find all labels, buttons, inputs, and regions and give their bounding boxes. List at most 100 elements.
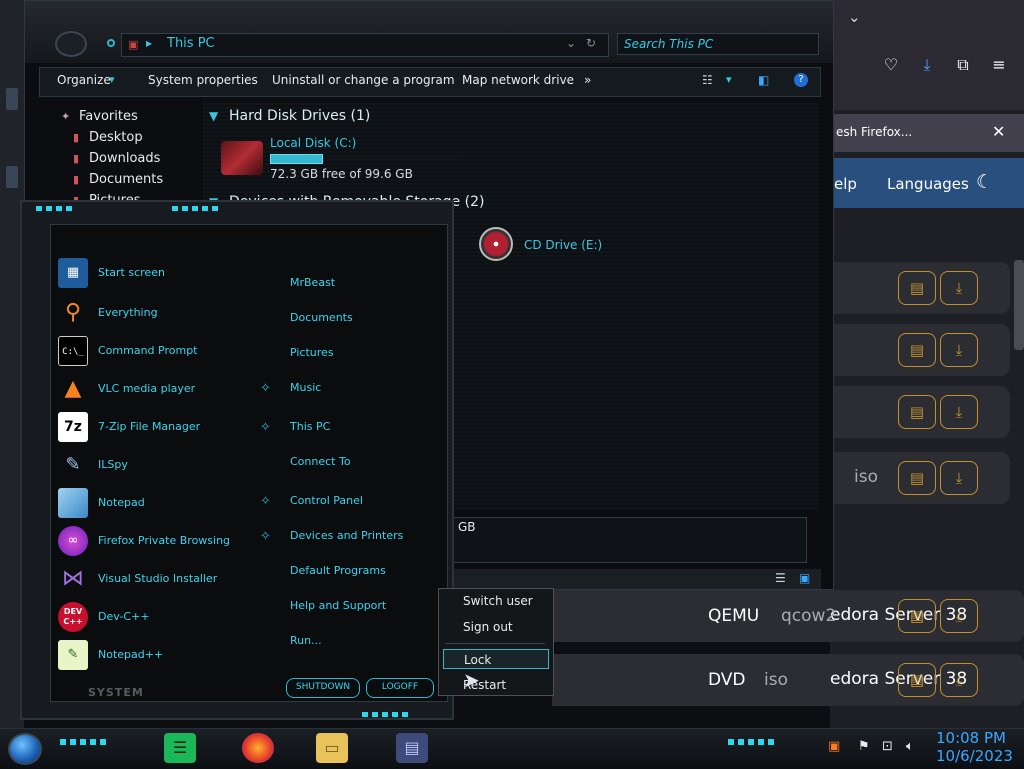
start-link-devices-printers[interactable]: Devices and Printers — [290, 529, 403, 542]
start-item-vlc[interactable]: ▲ VLC media player — [58, 374, 278, 404]
back-forward-orb-icon[interactable] — [55, 31, 87, 57]
led-decoration — [728, 739, 778, 745]
cd-drive-icon[interactable] — [479, 227, 513, 261]
nav-downloads[interactable]: Downloads — [89, 151, 160, 166]
start-item-7zip[interactable]: 7z 7-Zip File Manager — [58, 412, 278, 442]
start-link-this-pc[interactable]: This PC — [290, 420, 330, 433]
led-decoration — [36, 206, 76, 211]
start-item-command-prompt[interactable]: C:\_ Command Prompt — [58, 336, 278, 366]
start-item-notepad[interactable]: Notepad — [58, 488, 278, 518]
copy-checksum-button[interactable]: ▤ — [898, 333, 936, 367]
clock-time[interactable]: 10:08 PM — [936, 729, 1006, 747]
power-menu-switch-user[interactable]: Switch user — [443, 591, 549, 611]
tiles-view-icon[interactable]: ▣ — [799, 571, 810, 585]
details-view-icon[interactable]: ☰ — [775, 571, 786, 585]
nav-documents[interactable]: Documents — [89, 172, 163, 187]
start-link-control-panel[interactable]: Control Panel — [290, 494, 363, 507]
start-link-default-programs[interactable]: Default Programs — [290, 564, 386, 577]
network-icon[interactable]: ⊡ — [882, 739, 893, 754]
tray-app-icon[interactable]: ▣ — [828, 739, 840, 754]
download-button[interactable]: ⤓ — [940, 461, 978, 495]
command-bar: Organize ▾ System properties Uninstall o… — [39, 67, 821, 97]
cd-drive-name[interactable]: CD Drive (E:) — [524, 238, 602, 252]
search-input[interactable]: Search This PC — [617, 33, 819, 55]
shutdown-button[interactable]: SHUTDOWN — [286, 678, 360, 698]
start-item-firefox-private[interactable]: ∞ Firefox Private Browsing — [58, 526, 278, 556]
system-properties-button[interactable]: System properties — [148, 73, 258, 87]
nav-favorites[interactable]: Favorites — [79, 109, 138, 124]
moon-icon[interactable]: ☾ — [976, 171, 993, 193]
led-decoration — [60, 739, 110, 745]
start-item-start-screen[interactable]: ▦ Start screen — [58, 258, 278, 288]
start-item-visual-studio-installer[interactable]: ⋈ Visual Studio Installer — [58, 564, 278, 594]
chevron-down-icon[interactable]: ▼ — [209, 109, 218, 123]
start-item-label: VLC media player — [98, 382, 196, 395]
chevron-down-icon[interactable]: ▾ — [726, 73, 732, 86]
flag-icon[interactable]: ⚑ — [858, 739, 870, 754]
chevron-down-icon[interactable]: ⌄ — [566, 36, 576, 50]
scrollbar-thumb[interactable] — [1014, 260, 1024, 350]
chevron-down-icon[interactable]: ▾ — [109, 73, 115, 86]
start-item-devcpp[interactable]: DEV C++ Dev-C++ — [58, 602, 278, 632]
refresh-icon[interactable]: ↻ — [586, 36, 596, 50]
row-format: iso — [854, 467, 878, 487]
view-options-icon[interactable]: ☷ — [702, 73, 713, 87]
start-link-music[interactable]: Music — [290, 381, 321, 394]
download-button[interactable]: ⤓ — [940, 271, 978, 305]
download-button[interactable]: ⤓ — [940, 599, 978, 633]
firefox-icon[interactable] — [242, 733, 274, 763]
start-item-ilspy[interactable]: ✎ ILSpy — [58, 450, 278, 480]
menu-icon[interactable]: ≡ — [988, 54, 1010, 76]
start-link-pictures[interactable]: Pictures — [290, 346, 334, 359]
local-disk-name[interactable]: Local Disk (C:) — [270, 136, 356, 150]
download-icon[interactable]: ⤓ — [916, 54, 938, 76]
copy-checksum-button[interactable]: ▤ — [898, 271, 936, 305]
power-menu-sign-out[interactable]: Sign out — [443, 617, 549, 637]
extensions-icon[interactable]: ⧉ — [952, 54, 974, 76]
hard-drive-icon[interactable] — [221, 141, 263, 175]
close-icon[interactable]: ✕ — [992, 122, 1005, 141]
help-icon[interactable]: ? — [794, 73, 808, 87]
power-menu-lock[interactable]: Lock — [443, 649, 549, 669]
power-menu-restart[interactable]: Restart — [443, 675, 549, 695]
notification-text[interactable]: esh Firefox... — [836, 125, 912, 139]
download-button[interactable]: ⤓ — [940, 663, 978, 697]
notes-app-icon[interactable]: ☰ — [164, 733, 196, 763]
preview-pane-icon[interactable]: ◧ — [758, 73, 769, 87]
download-button[interactable]: ⤓ — [940, 333, 978, 367]
pocket-icon[interactable]: ♡ — [880, 54, 902, 76]
copy-checksum-button[interactable]: ▤ — [898, 461, 936, 495]
local-disk-free-space: 72.3 GB free of 99.6 GB — [270, 167, 413, 181]
chevron-down-icon[interactable]: ⌄ — [848, 8, 861, 26]
download-row: ▤ ⤓ — [830, 262, 1010, 314]
map-network-drive-button[interactable]: Map network drive — [462, 73, 574, 87]
app-window-icon[interactable]: ▤ — [396, 733, 428, 763]
file-explorer-icon[interactable]: ▭ — [316, 733, 348, 763]
start-item-everything[interactable]: ⚲ Everything — [58, 298, 278, 328]
download-button[interactable]: ⤓ — [940, 395, 978, 429]
nav-desktop[interactable]: Desktop — [89, 130, 143, 145]
uninstall-program-button[interactable]: Uninstall or change a program — [272, 73, 455, 87]
start-link-run[interactable]: Run... — [290, 634, 322, 647]
organize-button[interactable]: Organize — [57, 73, 111, 87]
start-item-notepadpp[interactable]: ✎ Notepad++ — [58, 640, 278, 670]
logoff-button[interactable]: LOGOFF — [366, 678, 434, 698]
more-commands-button[interactable]: » — [584, 73, 591, 87]
address-text[interactable]: This PC — [167, 36, 215, 51]
volume-icon[interactable]: 🔈︎ — [906, 739, 914, 754]
start-screen-icon: ▦ — [58, 258, 88, 288]
start-link-connect-to[interactable]: Connect To — [290, 455, 351, 468]
start-link-help-support[interactable]: Help and Support — [290, 599, 386, 612]
copy-checksum-button[interactable]: ▤ — [898, 663, 936, 697]
nav-help-link[interactable]: elp — [834, 175, 857, 193]
clock-date[interactable]: 10/6/2023 — [936, 747, 1013, 765]
start-link-documents[interactable]: Documents — [290, 311, 353, 324]
notepadpp-icon: ✎ — [58, 640, 88, 670]
copy-checksum-button[interactable]: ▤ — [898, 599, 936, 633]
start-link-mrbeast[interactable]: MrBeast — [290, 276, 335, 289]
copy-checksum-button[interactable]: ▤ — [898, 395, 936, 429]
nav-languages-link[interactable]: Languages — [887, 175, 969, 193]
group-hard-disk-drives[interactable]: Hard Disk Drives (1) — [229, 108, 370, 124]
address-bar[interactable]: ▣ ▸ This PC ⌄ ↻ — [121, 33, 609, 57]
start-orb-button[interactable] — [8, 733, 42, 765]
